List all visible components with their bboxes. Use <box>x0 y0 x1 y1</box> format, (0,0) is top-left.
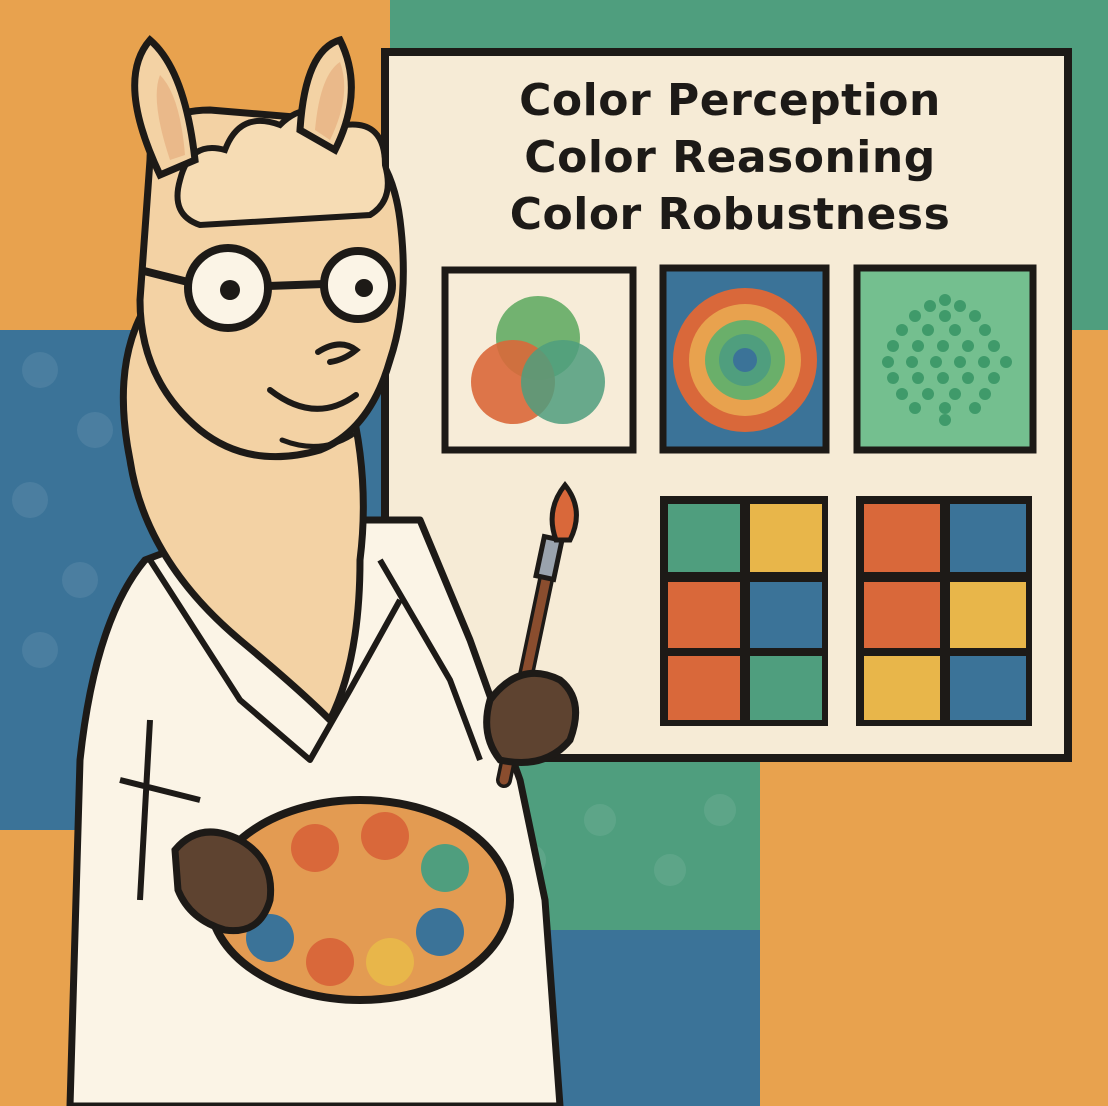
venn-circles-tile <box>441 266 637 454</box>
board-line-reasoning: Color Reasoning <box>524 132 936 183</box>
color-grid-tile-right <box>856 496 1032 726</box>
board-title: Color Perception Color Reasoning Color R… <box>400 72 1060 243</box>
color-grid-tile-left <box>660 496 828 726</box>
right-glove <box>483 669 580 766</box>
illustration-canvas: Color Perception Color Reasoning Color R… <box>0 0 1108 1106</box>
board-line-robustness: Color Robustness <box>509 189 951 240</box>
dot-pattern-tile <box>853 264 1037 454</box>
board-line-perception: Color Perception <box>519 75 941 126</box>
concentric-rings-tile <box>659 264 830 454</box>
